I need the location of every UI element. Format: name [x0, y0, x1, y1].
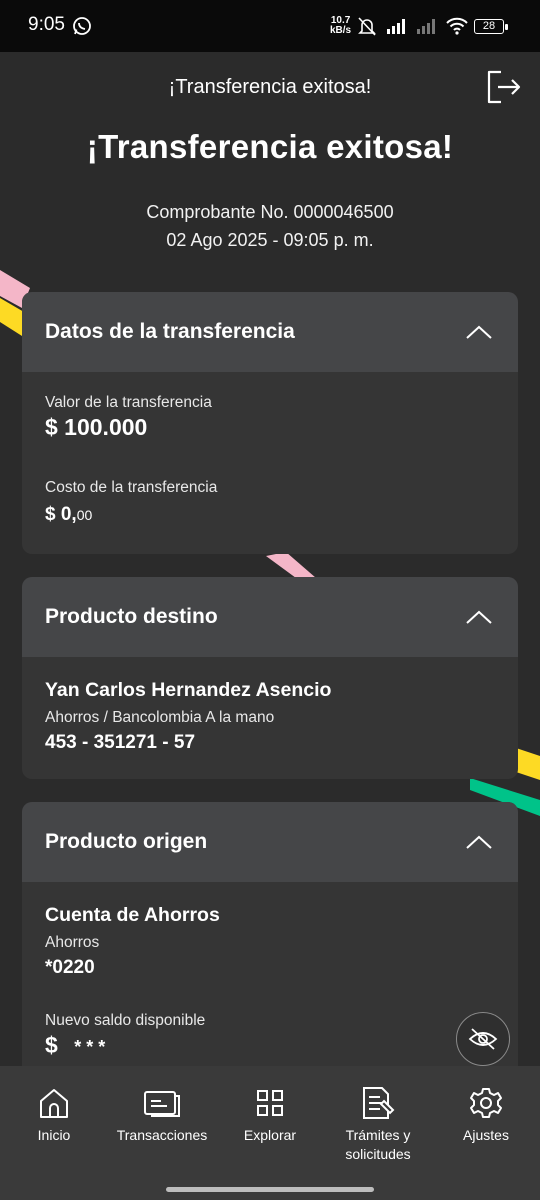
signal-icon	[386, 17, 408, 40]
header-small-title: ¡Transferencia exitosa!	[168, 76, 372, 98]
document-icon	[363, 1087, 395, 1119]
card-title: Producto destino	[45, 605, 218, 628]
battery-icon: 28	[474, 19, 508, 34]
chevron-up-icon[interactable]	[464, 322, 494, 342]
balance-mask: * * *	[74, 1037, 106, 1057]
nav-item-explorar[interactable]: Explorar	[216, 1084, 324, 1145]
origin-product-card: Producto origen Cuenta de Ahorros Ahorro…	[22, 802, 518, 1092]
origin-account-name: Cuenta de Ahorros	[45, 904, 220, 926]
gear-icon	[470, 1088, 502, 1118]
chevron-up-icon[interactable]	[464, 832, 494, 852]
transfer-details-card: Datos de la transferencia Valor de la tr…	[22, 292, 518, 554]
receipt-datetime: 02 Ago 2025 - 09:05 p. m.	[166, 230, 374, 250]
status-icons	[356, 16, 468, 41]
destination-account-number: 453 - 351271 - 57	[45, 732, 196, 753]
logout-icon	[487, 70, 521, 104]
mute-icon	[356, 16, 378, 41]
card-title: Datos de la transferencia	[45, 320, 295, 343]
grid-icon	[257, 1090, 283, 1116]
amount-label: Valor de la transferencia	[45, 394, 212, 411]
nav-label: Explorar	[243, 1127, 297, 1143]
page-title: ¡Transferencia exitosa!	[86, 128, 454, 165]
destination-product-header[interactable]: Producto destino	[22, 577, 518, 657]
origin-account-number: *0220	[45, 957, 95, 978]
amount-value: $ 100.000	[45, 414, 148, 440]
recipient-name: Yan Carlos Hernandez Asencio	[45, 679, 332, 701]
transfer-details-header[interactable]: Datos de la transferencia	[22, 292, 518, 372]
whatsapp-icon	[72, 16, 92, 41]
receipt-info: Comprobante No. 0000046500 02 Ago 2025 -…	[0, 198, 540, 254]
cost-value-main: $ 0,	[45, 504, 77, 525]
origin-product-header[interactable]: Producto origen	[22, 802, 518, 882]
nav-item-tramites[interactable]: Trámites y solicitudes	[324, 1084, 432, 1164]
chevron-up-icon[interactable]	[464, 607, 494, 627]
wifi-icon	[446, 17, 468, 40]
receipt-number: Comprobante No. 0000046500	[146, 202, 394, 222]
balance-currency: $	[45, 1032, 58, 1058]
destination-product-card: Producto destino Yan Carlos Hernandez As…	[22, 577, 518, 779]
origin-account-type: Ahorros	[45, 934, 100, 951]
eye-off-icon	[468, 1028, 498, 1050]
net-speed-unit: kB/s	[330, 25, 352, 36]
status-time: 9:05	[28, 14, 65, 35]
balance-label: Nuevo saldo disponible	[45, 1012, 206, 1029]
nav-label: Ajustes	[463, 1127, 509, 1143]
home-indicator[interactable]	[166, 1187, 374, 1192]
net-speed: 10.7 kB/s	[330, 16, 351, 36]
nav-label: Transacciones	[116, 1127, 208, 1143]
nav-label: Inicio	[37, 1127, 71, 1143]
cost-value-cents: 00	[76, 507, 93, 523]
nav-item-inicio[interactable]: Inicio	[0, 1084, 108, 1145]
bottom-navigation: Inicio Transacciones Explorar Trámites y…	[0, 1066, 540, 1200]
nav-label: Trámites y solicitudes	[345, 1127, 411, 1162]
card-icon	[144, 1091, 180, 1117]
toggle-balance-visibility-button[interactable]	[456, 1012, 510, 1066]
nav-item-ajustes[interactable]: Ajustes	[432, 1084, 540, 1145]
nav-item-transacciones[interactable]: Transacciones	[108, 1084, 216, 1145]
signal-icon-2	[416, 17, 438, 40]
card-title: Producto origen	[45, 830, 208, 853]
destination-account-type: Ahorros / Bancolombia A la mano	[45, 709, 275, 726]
cost-value: $ 0,00	[45, 504, 92, 526]
cost-label: Costo de la transferencia	[45, 479, 218, 496]
balance-hidden-value: $ * * *	[45, 1032, 105, 1059]
status-bar: 9:05 10.7 kB/s 28	[0, 0, 540, 52]
home-icon	[40, 1089, 68, 1118]
exit-button[interactable]	[486, 70, 522, 104]
